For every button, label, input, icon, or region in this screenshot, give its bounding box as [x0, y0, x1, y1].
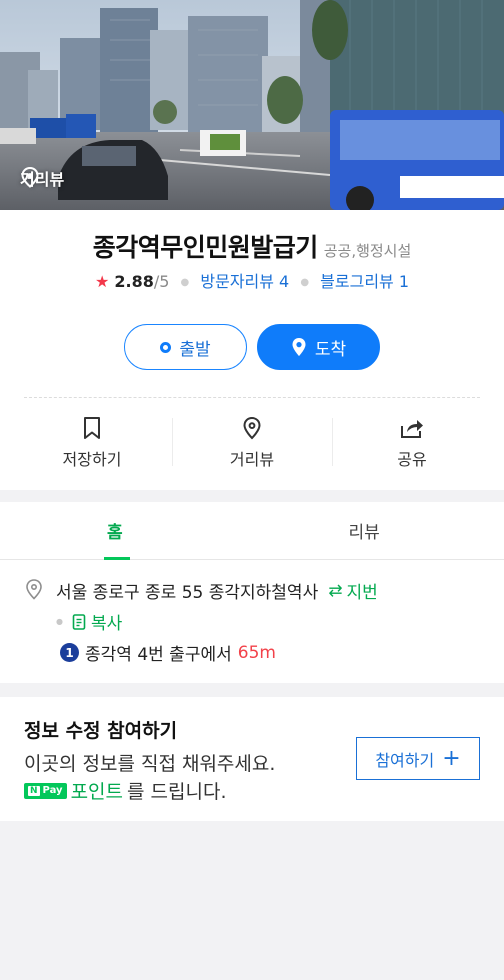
- route-buttons: 출발 도착: [0, 324, 504, 370]
- swap-arrows-icon: ⇄: [328, 580, 343, 601]
- street-view-photo[interactable]: 거리뷰: [0, 0, 504, 210]
- location-pin-outline-icon: [243, 416, 261, 440]
- save-action[interactable]: 저장하기: [12, 416, 172, 472]
- walking-distance: 65m: [237, 642, 276, 663]
- npay-logo-icon: N Pay: [24, 782, 67, 799]
- info-edit-card: 정보 수정 참여하기 이곳의 정보를 직접 채워주세요. N Pay 포인트 를 …: [0, 697, 504, 821]
- rating-max: /5: [153, 272, 170, 291]
- street-view-action[interactable]: 거리뷰: [172, 416, 332, 472]
- street-view-action-label: 거리뷰: [229, 450, 275, 469]
- tab-home-label: 홈: [107, 523, 123, 543]
- bookmark-icon: [84, 417, 100, 439]
- jibun-label: 지번: [346, 583, 378, 603]
- address-row: 서울 종로구 종로 55 종각지하철역사 ⇄ 지번: [24, 578, 480, 603]
- subway-exit-text: 종각역 4번 출구에서: [85, 645, 232, 665]
- point-suffix: 를 드립니다.: [127, 781, 227, 803]
- separator-dot: ●: [180, 277, 190, 288]
- npay-text: Pay: [42, 785, 63, 796]
- street-scene-image: [0, 0, 504, 210]
- place-meta-row: ★ 2.88/5 ● 방문자리뷰 4 ● 블로그리뷰 1: [0, 268, 504, 292]
- info-edit-title: 정보 수정 참여하기: [24, 720, 178, 742]
- tab-home[interactable]: 홈: [0, 502, 263, 560]
- share-action[interactable]: 공유: [332, 416, 492, 472]
- subway-exit-info: 1 종각역 4번 출구에서 65m: [60, 640, 276, 665]
- separator-dot: ●: [56, 617, 63, 626]
- depart-button[interactable]: 출발: [124, 324, 247, 370]
- tab-bar: 홈 리뷰: [0, 502, 504, 560]
- place-summary-card: 종각역무인민원발급기 공공,행정시설 ★ 2.88/5 ● 방문자리뷰 4 ● 블…: [0, 210, 504, 490]
- jibun-toggle[interactable]: ⇄ 지번: [328, 578, 378, 604]
- street-view-pin-icon: [21, 166, 39, 188]
- star-icon: ★: [94, 272, 110, 291]
- npay-n: N: [28, 785, 40, 796]
- tab-review[interactable]: 리뷰: [263, 502, 504, 559]
- plus-icon: +: [442, 745, 461, 771]
- place-name: 종각역무인민원발급기: [92, 233, 319, 262]
- road-address: 서울 종로구 종로 55 종각지하철역사: [56, 583, 319, 603]
- point-reward-text: N Pay 포인트 를 드립니다.: [24, 777, 227, 804]
- copy-label: 복사: [90, 614, 123, 634]
- participate-button[interactable]: 참여하기 +: [356, 737, 480, 780]
- street-view-badge[interactable]: 거리뷰: [20, 166, 64, 190]
- home-section: 홈 리뷰 서울 종로구 종로 55 종각지하철역사 ⇄ 지번 ● 복사 1 종각…: [0, 502, 504, 683]
- subway-line-badge: 1: [60, 643, 79, 662]
- point-word: 포인트: [70, 781, 124, 803]
- rating-value: 2.88: [114, 272, 154, 291]
- share-icon: [401, 420, 423, 438]
- tab-review-label: 리뷰: [348, 523, 380, 543]
- place-category: 공공,행정시설: [323, 242, 412, 260]
- save-action-label: 저장하기: [62, 450, 122, 469]
- separator-dot: ●: [300, 277, 310, 288]
- copy-address-button[interactable]: ● 복사: [56, 609, 122, 634]
- quick-actions: 저장하기 거리뷰 공유: [12, 416, 492, 472]
- visitor-reviews-link[interactable]: 방문자리뷰 4: [200, 272, 289, 291]
- copy-icon: [72, 613, 86, 630]
- divider: [24, 397, 480, 398]
- arrive-button[interactable]: 도착: [257, 324, 380, 370]
- location-pin-icon: [292, 338, 306, 356]
- depart-ring-icon: [160, 341, 172, 353]
- share-action-label: 공유: [397, 450, 427, 469]
- place-title-row: 종각역무인민원발급기 공공,행정시설: [0, 228, 504, 264]
- participate-button-label: 참여하기: [375, 750, 435, 770]
- info-edit-description: 이곳의 정보를 직접 채워주세요.: [24, 753, 276, 775]
- blog-reviews-link[interactable]: 블로그리뷰 1: [320, 272, 409, 291]
- depart-button-label: 출발: [179, 339, 211, 360]
- address-pin-icon: [26, 579, 42, 600]
- arrive-button-label: 도착: [314, 339, 347, 360]
